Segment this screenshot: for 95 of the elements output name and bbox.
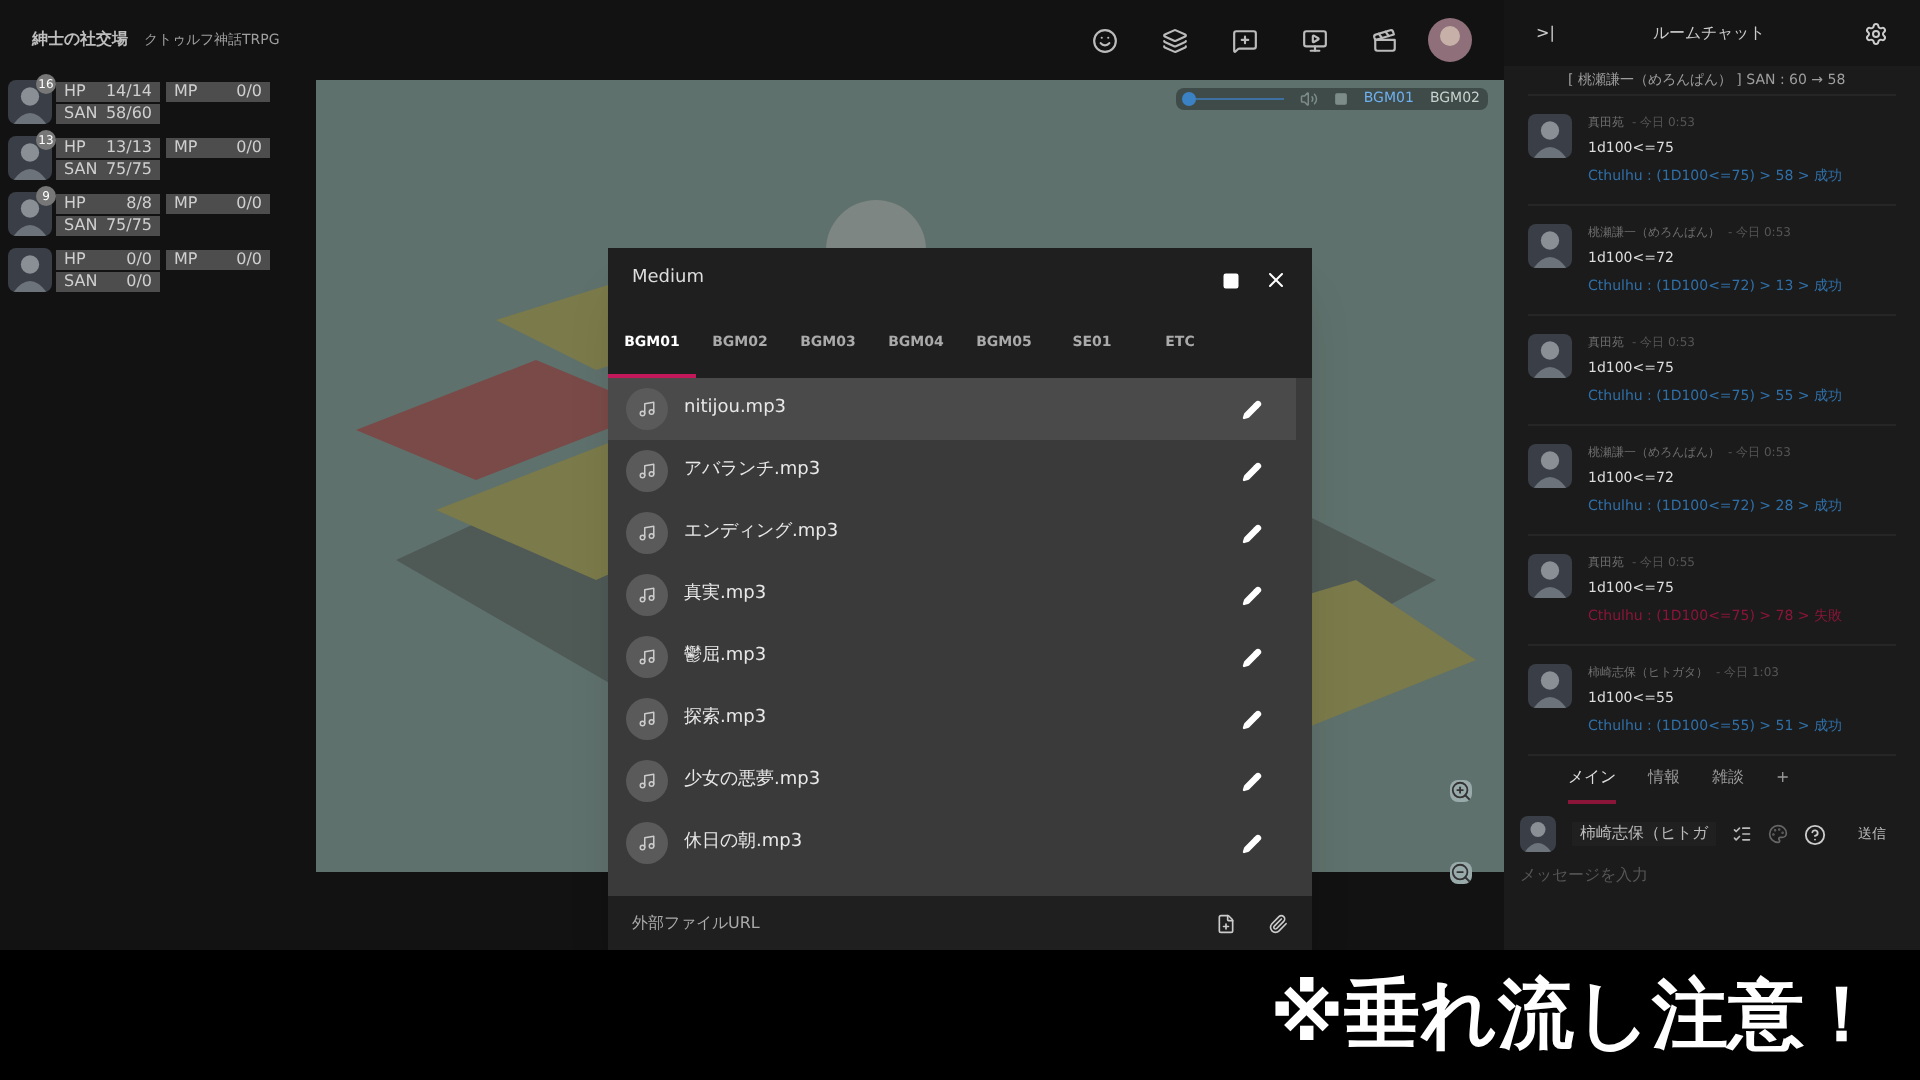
list-icon[interactable] xyxy=(1732,824,1752,844)
edit-icon[interactable] xyxy=(1242,709,1262,729)
track-row[interactable]: 真実.mp3 xyxy=(608,564,1296,626)
stat-label: SAN xyxy=(64,106,98,122)
edit-icon[interactable] xyxy=(1242,585,1262,605)
track-row[interactable]: エンディング.mp3 xyxy=(608,502,1296,564)
close-icon[interactable] xyxy=(1264,268,1288,292)
track-name: 休日の朝.mp3 xyxy=(684,829,805,856)
speaker-avatar xyxy=(1528,224,1572,268)
chat-tab[interactable]: + xyxy=(1776,756,1790,804)
speaker-avatar xyxy=(1528,114,1572,158)
slider-thumb[interactable] xyxy=(1182,91,1197,106)
attach-icon[interactable] xyxy=(1268,913,1288,933)
screen-play-icon[interactable] xyxy=(1302,27,1328,53)
music-icon xyxy=(626,574,668,616)
volume-icon[interactable] xyxy=(1299,89,1318,108)
stat-value: 75/75 xyxy=(105,218,152,234)
music-icon xyxy=(626,698,668,740)
edit-icon[interactable] xyxy=(1242,771,1262,791)
stat-label: SAN xyxy=(64,218,98,234)
stat-value: 75/75 xyxy=(105,162,152,178)
music-icon xyxy=(626,512,668,554)
character-avatar xyxy=(8,136,52,180)
chat-tab[interactable]: メイン xyxy=(1568,756,1616,804)
stat-label: SAN xyxy=(64,162,98,178)
character-avatar xyxy=(8,248,52,292)
edit-icon[interactable] xyxy=(1242,461,1262,481)
stat-label: HP xyxy=(64,252,86,268)
layers-icon[interactable] xyxy=(1162,27,1188,53)
add-file-icon[interactable] xyxy=(1216,913,1236,933)
volume-slider[interactable] xyxy=(1183,91,1284,106)
stat-value: 8/8 xyxy=(126,196,152,212)
settings-icon[interactable] xyxy=(1864,21,1888,45)
user-avatar[interactable] xyxy=(1428,18,1472,62)
stat-value: 13/13 xyxy=(105,140,152,156)
zoom-out-icon[interactable] xyxy=(1450,862,1472,884)
track-name: nitijou.mp3 xyxy=(684,395,789,422)
speaker-avatar xyxy=(1528,444,1572,488)
character-avatar xyxy=(8,192,52,236)
edit-icon[interactable] xyxy=(1242,523,1262,543)
speaker-avatar xyxy=(1520,816,1556,852)
edit-icon[interactable] xyxy=(1242,399,1262,419)
edit-icon[interactable] xyxy=(1242,647,1262,667)
video-caption: ※垂れ流し注意！ xyxy=(1270,968,1880,1062)
stat-label: MP xyxy=(174,196,198,212)
clapperboard-icon[interactable] xyxy=(1372,27,1398,53)
add-message-icon[interactable] xyxy=(1232,27,1258,53)
track-row[interactable]: アバランチ.mp3 xyxy=(608,440,1296,502)
face-icon[interactable] xyxy=(1092,27,1118,53)
help-icon[interactable] xyxy=(1804,823,1826,845)
modal-title: Medium xyxy=(632,266,706,293)
music-icon xyxy=(626,822,668,864)
stat-label: MP xyxy=(174,252,198,268)
music-icon xyxy=(626,760,668,802)
track-row[interactable]: 少女の悪夢.mp3 xyxy=(608,750,1296,812)
stat-value: 0/0 xyxy=(126,252,152,268)
speaker-avatar xyxy=(1528,334,1572,378)
stat-label: HP xyxy=(64,84,86,100)
track-name: 探索.mp3 xyxy=(684,705,769,732)
edit-icon[interactable] xyxy=(1242,833,1262,853)
music-icon xyxy=(626,388,668,430)
stat-label: MP xyxy=(174,140,198,156)
music-icon xyxy=(626,450,668,492)
speaker-avatar xyxy=(1528,664,1572,708)
zoom-in-icon[interactable] xyxy=(1450,780,1472,802)
collapse-button[interactable]: >| xyxy=(1536,21,1555,45)
track-name: エンディング.mp3 xyxy=(684,519,841,546)
stat-label: SAN xyxy=(64,274,98,290)
track-name: 鬱屈.mp3 xyxy=(684,643,769,670)
track-row[interactable]: nitijou.mp3 xyxy=(608,378,1296,440)
track-row[interactable]: 休日の朝.mp3 xyxy=(608,812,1296,874)
track-row[interactable]: 鬱屈.mp3 xyxy=(608,626,1296,688)
chat-title: ルームチャット xyxy=(1651,21,1768,45)
stat-value: 0/0 xyxy=(236,84,262,100)
chat-tab[interactable]: 雑談 xyxy=(1712,756,1744,804)
track-name: アバランチ.mp3 xyxy=(684,457,823,484)
track-row[interactable]: 探索.mp3 xyxy=(608,688,1296,750)
character-avatar xyxy=(8,80,52,124)
music-icon xyxy=(626,636,668,678)
stat-label: HP xyxy=(64,140,86,156)
stat-value: 0/0 xyxy=(126,274,152,290)
stat-label: HP xyxy=(64,196,86,212)
chat-tab[interactable]: 情報 xyxy=(1648,756,1680,804)
speaker-avatar xyxy=(1528,554,1572,598)
track-name: 少女の悪夢.mp3 xyxy=(684,767,823,794)
palette-icon[interactable] xyxy=(1768,824,1788,844)
speaker-select[interactable]: 柿崎志保（ヒトガ xyxy=(1572,822,1716,846)
stat-value: 0/0 xyxy=(236,140,262,156)
stat-value: 0/0 xyxy=(236,252,262,268)
stat-value: 0/0 xyxy=(236,196,262,212)
track-name: 真実.mp3 xyxy=(684,581,769,608)
stat-label: MP xyxy=(174,84,198,100)
stat-value: 58/60 xyxy=(105,106,152,122)
room-title: 紳士の社交場 xyxy=(32,28,128,52)
stat-value: 14/14 xyxy=(105,84,152,100)
